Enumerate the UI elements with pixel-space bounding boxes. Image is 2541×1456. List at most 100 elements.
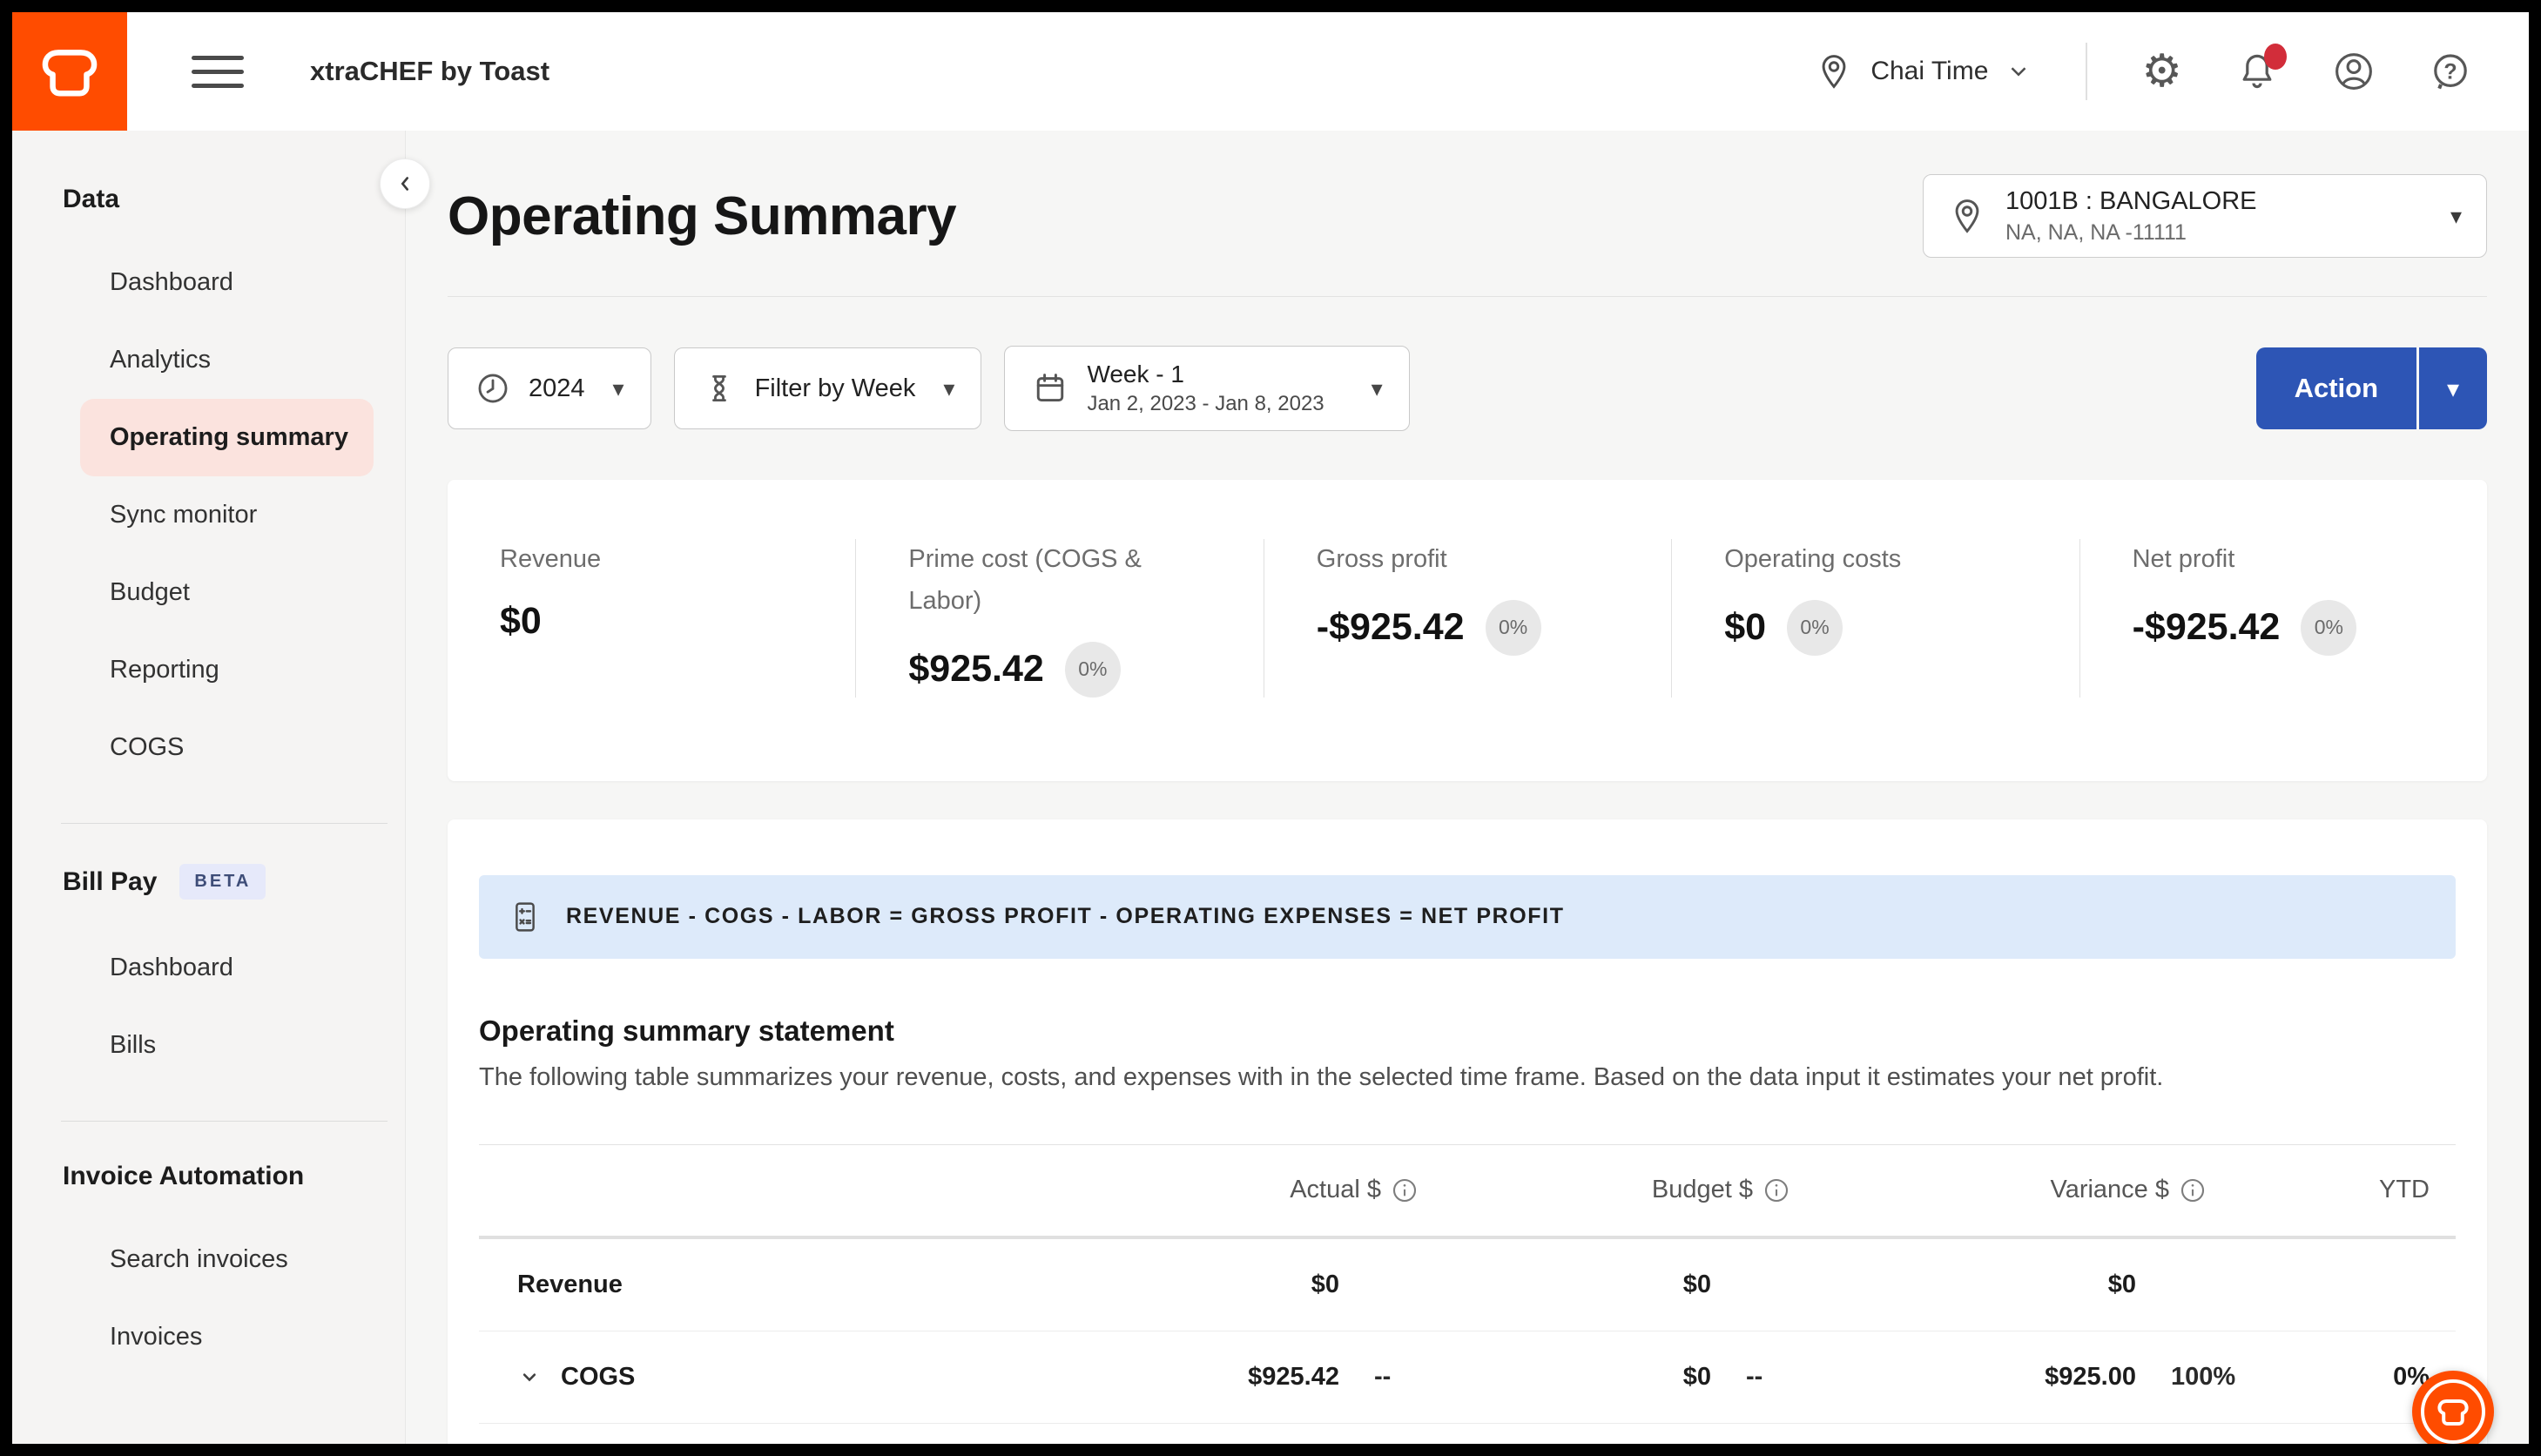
account-button[interactable] <box>2332 50 2376 93</box>
notifications-button[interactable] <box>2236 51 2278 92</box>
row-label-text: Revenue <box>517 1271 623 1299</box>
year-dropdown[interactable]: 2024 ▾ <box>448 347 651 429</box>
kpi-percent-badge: 0% <box>1486 600 1541 656</box>
location-pin-icon <box>1948 197 1986 235</box>
top-bar: xtraCHEF by Toast Chai Time ⚙ <box>12 12 2529 131</box>
kpi-label: Gross profit <box>1317 539 1619 581</box>
actual-value: $925.42 <box>1248 1363 1339 1392</box>
toast-bread-icon <box>2421 1379 2485 1444</box>
sidebar-divider <box>61 1121 388 1122</box>
action-button[interactable]: Action <box>2256 347 2416 429</box>
kpi-revenue: Revenue $0 <box>448 539 855 698</box>
kpi-label: Prime cost (COGS & Labor) <box>908 539 1210 623</box>
sidebar-item-cogs[interactable]: COGS <box>12 709 405 786</box>
sidebar-nav-billpay: Dashboard Bills <box>12 929 405 1084</box>
column-label: Actual $ <box>1290 1176 1381 1204</box>
week-label: Week - 1 <box>1087 361 1324 388</box>
column-actual: Actual $ <box>1290 1176 1470 1204</box>
hamburger-bar <box>192 84 244 88</box>
header-rule <box>448 296 2487 297</box>
action-caret-button[interactable]: ▾ <box>2419 347 2487 429</box>
location-line1: 1001B : BANGALORE <box>2005 187 2257 216</box>
kpi-gross-profit: Gross profit -$925.42 0% <box>1264 539 1671 698</box>
sidebar-item-bills[interactable]: Bills <box>12 1007 405 1084</box>
sidebar-item-budget[interactable]: Budget <box>12 554 405 631</box>
budget-value: $0 <box>1683 1271 1711 1299</box>
help-button[interactable]: ? <box>2430 51 2471 92</box>
sidebar-collapse-button[interactable] <box>380 158 430 209</box>
caret-down-icon: ▾ <box>2450 203 2462 230</box>
calendar-icon <box>1031 369 1069 408</box>
chat-button[interactable] <box>2412 1371 2494 1444</box>
sidebar-item-dashboard[interactable]: Dashboard <box>12 244 405 321</box>
sidebar-item-reporting[interactable]: Reporting <box>12 631 405 709</box>
actual-value: $0 <box>1311 1271 1339 1299</box>
caret-down-icon: ▾ <box>1372 375 1383 402</box>
variance-value: $925.00 <box>2045 1363 2136 1392</box>
kpi-label: Net profit <box>2133 539 2435 581</box>
kpi-value: $0 <box>1724 606 1766 649</box>
info-icon[interactable] <box>1763 1177 1789 1203</box>
table-row-labor: Labor $0 -- 0% <box>479 1424 2456 1444</box>
week-dropdown[interactable]: Week - 1 Jan 2, 2023 - Jan 8, 2023 ▾ <box>1004 346 1409 431</box>
info-icon[interactable] <box>1392 1177 1418 1203</box>
operating-statement-card: REVENUE - COGS - LABOR = GROSS PROFIT - … <box>448 819 2487 1444</box>
hamburger-bar <box>192 70 244 74</box>
kpi-net-profit: Net profit -$925.42 0% <box>2079 539 2487 698</box>
caret-down-icon: ▾ <box>943 375 954 402</box>
sidebar-section-invoice-automation: Invoice Automation <box>12 1162 405 1191</box>
sidebar-item-sync-monitor[interactable]: Sync monitor <box>12 476 405 554</box>
restaurant-name: Chai Time <box>1870 57 1988 86</box>
sidebar-item-billpay-dashboard[interactable]: Dashboard <box>12 929 405 1007</box>
header-icons: ⚙ <box>2141 49 2471 94</box>
chevron-down-icon <box>2005 58 2032 84</box>
notification-badge <box>2264 44 2287 70</box>
toast-bread-icon <box>38 38 101 104</box>
statement-heading: Operating summary statement <box>479 1014 2456 1048</box>
statement-table-header: Actual $ Budget $ <box>479 1145 2456 1239</box>
column-variance: Variance $ <box>2051 1176 2285 1204</box>
top-bar-right: Chai Time ⚙ <box>1815 43 2529 100</box>
action-split-button: Action ▾ <box>2256 347 2487 429</box>
caret-down-icon: ▾ <box>613 375 624 402</box>
sidebar-section-billpay: Bill Pay BETA <box>12 864 405 900</box>
sidebar-item-analytics[interactable]: Analytics <box>12 321 405 399</box>
sidebar: Data Dashboard Analytics Operating summa… <box>12 131 406 1444</box>
budget-value: $0 <box>1683 1363 1711 1392</box>
body: Data Dashboard Analytics Operating summa… <box>12 131 2529 1444</box>
sidebar-nav-data: Dashboard Analytics Operating summary Sy… <box>12 244 405 786</box>
kpi-summary-card: Revenue $0 Prime cost (COGS & Labor) $92… <box>448 480 2487 781</box>
budget-percent: -- <box>1711 1363 1763 1392</box>
hamburger-bar <box>192 56 244 60</box>
year-value: 2024 <box>529 374 585 403</box>
week-range: Jan 2, 2023 - Jan 8, 2023 <box>1087 392 1324 416</box>
formula-text: REVENUE - COGS - LABOR = GROSS PROFIT - … <box>566 904 1565 929</box>
kpi-percent-badge: 0% <box>1787 600 1843 656</box>
menu-button[interactable] <box>192 56 244 88</box>
sidebar-item-operating-summary[interactable]: Operating summary <box>80 399 374 476</box>
account-icon <box>2332 50 2376 93</box>
sidebar-item-invoices[interactable]: Invoices <box>12 1298 405 1376</box>
settings-button[interactable]: ⚙ <box>2141 49 2182 94</box>
restaurant-switcher[interactable]: Chai Time <box>1815 52 2032 91</box>
row-label: COGS <box>479 1363 1046 1392</box>
period-dropdown[interactable]: Filter by Week ▾ <box>674 347 982 429</box>
hourglass-icon <box>701 370 738 407</box>
row-label-text: COGS <box>561 1363 635 1392</box>
sidebar-item-search-invoices[interactable]: Search invoices <box>12 1221 405 1298</box>
toast-logo[interactable] <box>12 12 127 131</box>
gear-icon: ⚙ <box>2141 49 2182 94</box>
billpay-section-label: Bill Pay <box>63 867 157 897</box>
expand-chevron-icon[interactable] <box>517 1365 542 1389</box>
column-label: Variance $ <box>2051 1176 2170 1204</box>
main-content: Operating Summary 1001B : BANGALORE NA, … <box>406 131 2529 1444</box>
help-icon: ? <box>2430 51 2471 92</box>
info-icon[interactable] <box>2180 1177 2206 1203</box>
location-selector[interactable]: 1001B : BANGALORE NA, NA, NA -11111 ▾ <box>1923 174 2487 258</box>
column-ytd: YTD <box>2379 1176 2456 1204</box>
kpi-value: $925.42 <box>908 648 1043 691</box>
header-divider <box>2086 43 2087 100</box>
page-header: Operating Summary 1001B : BANGALORE NA, … <box>448 131 2487 258</box>
variance-percent: 100% <box>2136 1363 2235 1392</box>
statement-description: The following table summarizes your reve… <box>479 1063 2456 1092</box>
